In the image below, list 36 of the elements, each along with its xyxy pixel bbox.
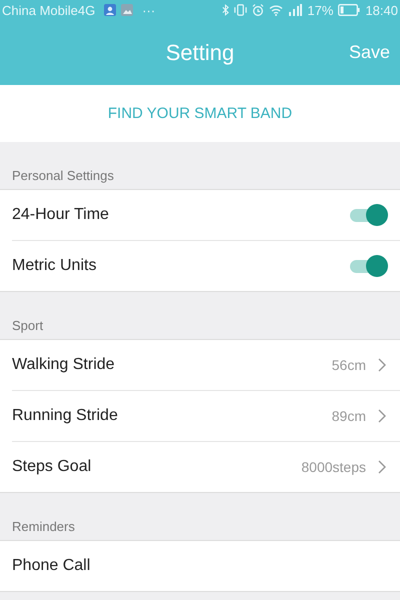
settings-row[interactable]: 24-Hour Time: [0, 190, 400, 240]
section-header: Sport: [12, 318, 44, 333]
image-icon: [121, 4, 134, 16]
screen-title: Setting: [166, 40, 234, 66]
chevron-right-icon: [378, 409, 386, 423]
section-header: Personal Settings: [12, 168, 114, 183]
signal-icon: [288, 4, 302, 16]
row-label: Running Stride: [12, 407, 119, 425]
section-header: Reminders: [12, 519, 75, 534]
settings-row[interactable]: Phone Call: [0, 541, 400, 591]
settings-row[interactable]: Walking Stride 56cm: [0, 340, 400, 390]
row-label: Steps Goal: [12, 458, 92, 476]
settings-row[interactable]: Steps Goal 8000steps: [12, 441, 400, 492]
row-value: 89cm: [332, 408, 366, 424]
battery-percent: 17%: [307, 2, 334, 18]
settings-row[interactable]: Running Stride 89cm: [12, 390, 400, 441]
chevron-right-icon: [378, 460, 386, 474]
toggle-switch[interactable]: [350, 254, 388, 278]
row-label: 24-Hour Time: [12, 206, 110, 224]
carrier-name: China Mobile4G: [2, 2, 96, 18]
notification-icon: [104, 4, 116, 16]
wifi-icon: [269, 4, 284, 16]
more-notifications: ···: [142, 2, 156, 18]
row-label: Phone Call: [12, 557, 92, 575]
clock-time: 18:40: [365, 2, 398, 18]
vibrate-icon: [234, 4, 248, 16]
toggle-switch[interactable]: [350, 203, 388, 227]
row-label: Walking Stride: [12, 356, 116, 374]
row-value: 8000steps: [301, 459, 366, 475]
row-value: 56cm: [332, 357, 366, 373]
bluetooth-icon: [222, 4, 230, 16]
alarm-icon: [252, 4, 264, 16]
chevron-right-icon: [378, 358, 386, 372]
row-label: Metric Units: [12, 257, 98, 275]
battery-icon: [338, 4, 360, 16]
settings-row[interactable]: Metric Units: [12, 240, 400, 291]
